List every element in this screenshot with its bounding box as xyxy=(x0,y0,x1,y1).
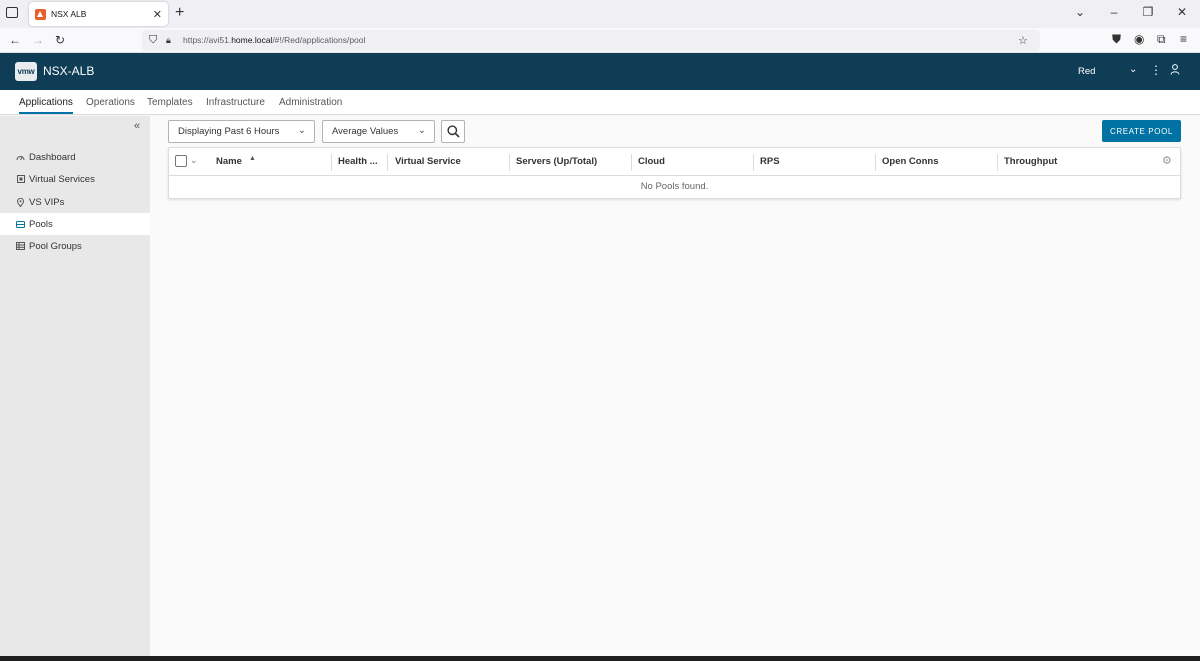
sidebar: « Dashboard Virtual Services VS VIPs Poo… xyxy=(0,116,150,656)
column-divider[interactable] xyxy=(753,154,754,171)
sidebar-item-label: VS VIPs xyxy=(29,196,65,208)
active-tab-indicator xyxy=(19,112,73,114)
column-divider[interactable] xyxy=(387,154,388,171)
tab-operations[interactable]: Operations xyxy=(86,97,135,108)
column-header-health[interactable]: Health ... xyxy=(338,156,378,167)
gear-icon[interactable]: ⚙ xyxy=(1162,154,1172,167)
column-header-throughput[interactable]: Throughput xyxy=(1004,156,1057,167)
account-icon[interactable]: ◉ xyxy=(1134,32,1144,46)
bookmark-star-icon[interactable]: ☆ xyxy=(1018,34,1028,47)
search-button[interactable] xyxy=(441,120,465,143)
browser-tab[interactable]: NSX ALB ✕ xyxy=(29,2,168,26)
app-header: vmw NSX-ALB Red ⌄ ⋮ xyxy=(0,53,1200,90)
restore-icon[interactable]: ❐ xyxy=(1142,5,1154,19)
minimize-icon[interactable]: – xyxy=(1108,5,1120,19)
create-pool-button[interactable]: CREATE POOL xyxy=(1102,120,1181,142)
favicon-icon xyxy=(35,8,46,20)
column-divider[interactable] xyxy=(509,154,510,171)
chevron-down-icon[interactable]: ⌄ xyxy=(190,155,198,166)
sidebar-item-vs-vips[interactable]: VS VIPs xyxy=(0,191,150,213)
os-taskbar xyxy=(0,656,1200,661)
search-icon xyxy=(446,125,460,138)
sidebar-item-label: Pools xyxy=(29,218,53,230)
pool-groups-icon xyxy=(16,242,25,251)
tab-infrastructure[interactable]: Infrastructure xyxy=(206,97,265,108)
chevron-down-icon[interactable]: ⌄ xyxy=(1129,64,1137,75)
grid-header: ⌄ Name ▲ Health ... Virtual Service Serv… xyxy=(169,148,1180,176)
column-header-virtual-service[interactable]: Virtual Service xyxy=(395,156,461,167)
url-text[interactable]: https://avi51.home.local/#!/Red/applicat… xyxy=(183,35,365,45)
tenant-selector[interactable]: Red xyxy=(1078,66,1095,77)
column-header-name[interactable]: Name xyxy=(216,156,242,167)
back-icon[interactable]: ← xyxy=(9,33,21,47)
tab-applications[interactable]: Applications xyxy=(19,97,73,108)
main-content: Displaying Past 6 Hours ⌄ Average Values… xyxy=(150,116,1200,656)
new-tab-icon[interactable]: + xyxy=(175,4,184,22)
column-header-rps[interactable]: RPS xyxy=(760,156,780,167)
sidebar-item-pools[interactable]: Pools xyxy=(0,213,150,235)
window-controls: ⌄ – ❐ ✕ xyxy=(1074,5,1188,19)
pool-icon xyxy=(16,220,25,229)
collapse-sidebar-icon[interactable]: « xyxy=(134,120,140,132)
close-tab-icon[interactable]: ✕ xyxy=(153,8,162,21)
dashboard-icon xyxy=(16,153,25,162)
column-header-servers[interactable]: Servers (Up/Total) xyxy=(516,156,597,167)
forward-icon[interactable]: → xyxy=(32,33,44,47)
user-icon[interactable] xyxy=(1170,64,1180,78)
vmware-logo: vmw xyxy=(15,62,37,81)
tab-administration[interactable]: Administration xyxy=(279,97,342,108)
select-all-checkbox[interactable] xyxy=(175,155,187,167)
main-nav: Applications Operations Templates Infras… xyxy=(0,90,1200,115)
pools-grid: ⌄ Name ▲ Health ... Virtual Service Serv… xyxy=(168,147,1181,199)
browser-tab-bar: NSX ALB ✕ + ⌄ – ❐ ✕ xyxy=(0,0,1200,28)
chevron-down-icon: ⌄ xyxy=(297,125,306,136)
value-mode-value: Average Values xyxy=(332,126,399,137)
time-range-select[interactable]: Displaying Past 6 Hours ⌄ xyxy=(168,120,315,143)
sort-ascending-icon[interactable]: ▲ xyxy=(249,155,256,162)
tab-list-icon[interactable] xyxy=(6,7,18,18)
column-header-open-conns[interactable]: Open Conns xyxy=(882,156,938,167)
column-divider[interactable] xyxy=(997,154,998,171)
sidebar-item-label: Virtual Services xyxy=(29,173,95,185)
browser-nav-bar: ← → ↻ ⛉ 🔒︎ https://avi51.home.local/#!/R… xyxy=(0,28,1200,53)
pocket-icon[interactable]: ⛊ xyxy=(1112,32,1121,47)
sidebar-item-label: Dashboard xyxy=(29,151,76,163)
menu-icon[interactable]: ≡ xyxy=(1180,32,1187,46)
sidebar-item-dashboard[interactable]: Dashboard xyxy=(0,146,150,168)
app-name: NSX-ALB xyxy=(43,64,95,78)
time-range-value: Displaying Past 6 Hours xyxy=(178,126,280,137)
virtual-service-icon xyxy=(16,175,25,184)
chevron-down-icon[interactable]: ⌄ xyxy=(1074,5,1086,19)
reload-icon[interactable]: ↻ xyxy=(55,33,65,47)
location-pin-icon xyxy=(16,197,25,207)
chevron-down-icon: ⌄ xyxy=(417,125,426,136)
url-bar[interactable]: ⛉ 🔒︎ https://avi51.home.local/#!/Red/app… xyxy=(142,30,1040,51)
sidebar-item-label: Pool Groups xyxy=(29,240,82,252)
sidebar-item-pool-groups[interactable]: Pool Groups xyxy=(0,235,150,257)
column-divider[interactable] xyxy=(875,154,876,171)
lock-icon[interactable]: 🔒︎ xyxy=(166,35,171,46)
shield-icon[interactable]: ⛉ xyxy=(149,34,157,47)
tab-templates[interactable]: Templates xyxy=(147,97,193,108)
close-window-icon[interactable]: ✕ xyxy=(1176,5,1188,19)
column-divider[interactable] xyxy=(331,154,332,171)
sidebar-item-virtual-services[interactable]: Virtual Services xyxy=(0,168,150,190)
tab-title: NSX ALB xyxy=(51,9,87,19)
empty-state-message: No Pools found. xyxy=(640,181,709,192)
value-mode-select[interactable]: Average Values ⌄ xyxy=(322,120,435,143)
more-options-icon[interactable]: ⋮ xyxy=(1150,63,1162,77)
extensions-icon[interactable]: ⧉ xyxy=(1157,32,1166,47)
column-header-cloud[interactable]: Cloud xyxy=(638,156,665,167)
column-divider[interactable] xyxy=(631,154,632,171)
